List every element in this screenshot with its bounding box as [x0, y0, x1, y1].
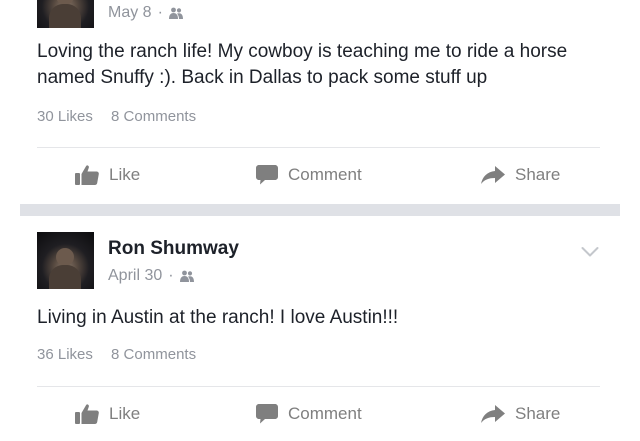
- comments-count[interactable]: 8 Comments: [111, 108, 196, 125]
- friends-icon: [168, 7, 183, 19]
- comment-button[interactable]: Comment: [256, 394, 362, 434]
- chevron-down-icon[interactable]: [581, 246, 599, 258]
- meta-separator: ·: [157, 4, 163, 21]
- share-label: Share: [515, 404, 561, 423]
- comments-count[interactable]: 8 Comments: [111, 346, 196, 363]
- avatar[interactable]: [37, 232, 94, 289]
- post-meta: April 30 ·: [108, 267, 194, 285]
- feed-post: Ron Shumway April 30 · Living in Austin …: [0, 216, 640, 441]
- speech-bubble-icon: [256, 404, 278, 424]
- share-button[interactable]: Share: [481, 394, 560, 434]
- share-arrow-icon: [481, 405, 505, 423]
- friends-icon: [179, 270, 194, 282]
- share-button[interactable]: Share: [481, 155, 560, 195]
- comment-label: Comment: [288, 165, 362, 184]
- like-button[interactable]: Like: [75, 394, 140, 434]
- share-label: Share: [515, 165, 561, 184]
- thumbs-up-icon: [75, 404, 99, 424]
- post-date[interactable]: May 8: [108, 4, 152, 22]
- divider: [37, 386, 600, 387]
- like-button[interactable]: Like: [75, 155, 140, 195]
- post-stats: 36 Likes 8 Comments: [37, 346, 196, 363]
- post-meta: May 8 ·: [108, 4, 183, 22]
- avatar-head: [56, 248, 74, 266]
- thumbs-up-icon: [75, 165, 99, 185]
- post-date[interactable]: April 30: [108, 267, 162, 285]
- author-name[interactable]: Ron Shumway: [108, 238, 239, 260]
- news-feed: May 8 · Loving the ranch life! My cowboy…: [0, 0, 640, 441]
- post-text: Loving the ranch life! My cowboy is teac…: [37, 41, 568, 88]
- avatar-body: [49, 4, 81, 28]
- avatar[interactable]: [37, 0, 94, 28]
- divider: [37, 147, 600, 148]
- speech-bubble-icon: [256, 165, 278, 185]
- comment-label: Comment: [288, 404, 362, 423]
- feed-post: May 8 · Loving the ranch life! My cowboy…: [0, 0, 640, 204]
- post-stats: 30 Likes 8 Comments: [37, 108, 196, 125]
- share-arrow-icon: [481, 166, 505, 184]
- post-separator: [20, 204, 620, 216]
- post-text: Living in Austin at the ranch! I love Au…: [37, 307, 399, 328]
- avatar-body: [49, 265, 81, 289]
- post-actions: Like Comment Share: [0, 394, 640, 434]
- comment-button[interactable]: Comment: [256, 155, 362, 195]
- post-actions: Like Comment Share: [0, 155, 640, 195]
- likes-count[interactable]: 36 Likes: [37, 346, 93, 363]
- meta-separator: ·: [168, 267, 174, 284]
- like-label: Like: [109, 404, 141, 423]
- like-label: Like: [109, 165, 141, 184]
- likes-count[interactable]: 30 Likes: [37, 108, 93, 125]
